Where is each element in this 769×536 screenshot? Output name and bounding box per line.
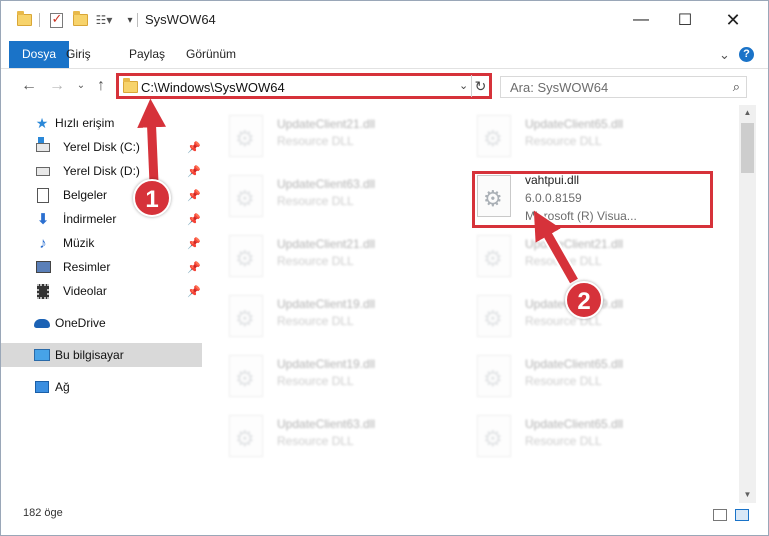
dll-file-icon: ⚙ (477, 295, 511, 337)
maximize-button[interactable]: ☐ (663, 6, 707, 34)
nav-network[interactable]: Ağ (1, 375, 202, 399)
details-view-icon[interactable] (713, 509, 727, 521)
properties-icon[interactable] (47, 11, 65, 29)
item-count: 182 öge (23, 507, 63, 519)
pin-icon[interactable]: 📌 (187, 285, 201, 298)
nav-music[interactable]: ♪ Müzik 📌 (1, 231, 202, 255)
navigation-bar: ← → ⌄ ↑ C:\Windows\SysWOW64 ⌄ ↻ Ara: Sys… (1, 69, 768, 105)
search-icon: ⌕ (732, 79, 740, 94)
file-item[interactable]: ⚙ UpdateClient19.dll Resource DLL (453, 289, 673, 339)
address-path: C:\Windows\SysWOW64 (141, 80, 285, 95)
step-1-callout: 1 (133, 179, 171, 217)
pin-icon[interactable]: 📌 (187, 213, 201, 226)
address-bar[interactable]: C:\Windows\SysWOW64 ⌄ ↻ (116, 73, 492, 99)
pin-icon[interactable]: 📌 (187, 261, 201, 274)
dll-file-icon: ⚙ (477, 235, 511, 277)
window-title: SysWOW64 (145, 12, 216, 27)
minimize-button[interactable]: — (619, 6, 663, 34)
tab-share[interactable]: Paylaş (116, 41, 178, 68)
nav-this-pc[interactable]: Bu bilgisayar (1, 343, 202, 367)
search-box[interactable]: Ara: SysWOW64 ⌕ (500, 76, 747, 98)
cloud-icon (34, 315, 50, 331)
pin-icon[interactable]: 📌 (187, 237, 201, 250)
vertical-scrollbar[interactable]: ▲ ▼ (739, 105, 756, 503)
file-item[interactable]: ⚙ UpdateClient19.dll Resource DLL (205, 289, 425, 339)
forward-button[interactable]: → (47, 77, 67, 95)
search-placeholder: Ara: SysWOW64 (510, 80, 609, 95)
chevron-down-icon[interactable]: ⌄ (459, 79, 468, 92)
nav-quick-access[interactable]: ★ Hızlı erişim (1, 111, 202, 135)
close-button[interactable]: ✕ (711, 6, 755, 34)
help-icon[interactable]: ? (739, 47, 754, 62)
status-bar: 182 öge (1, 503, 768, 527)
scroll-up-icon[interactable]: ▲ (739, 105, 756, 121)
tab-view[interactable]: Görünüm (173, 41, 249, 68)
file-item[interactable]: ⚙ UpdateClient63.dll Resource DLL (205, 169, 425, 219)
star-icon: ★ (35, 114, 49, 131)
nav-onedrive[interactable]: OneDrive (1, 311, 202, 335)
nav-videos[interactable]: Videolar 📌 (1, 279, 202, 303)
dll-file-icon: ⚙ (229, 175, 263, 217)
file-item[interactable]: ⚙ UpdateClient63.dll Resource DLL (205, 409, 425, 459)
dll-file-icon: ⚙ (229, 235, 263, 277)
up-button[interactable]: ↑ (91, 77, 111, 95)
folder-icon (123, 78, 138, 93)
nav-downloads[interactable]: ⬇ İndirmeler 📌 (1, 207, 202, 231)
navigation-pane: ★ Hızlı erişim Yerel Disk (C:) 📌 Yerel D… (1, 105, 205, 503)
tab-home[interactable]: Giriş (53, 41, 104, 68)
file-item[interactable]: ⚙ UpdateClient19.dll Resource DLL (205, 349, 425, 399)
file-item[interactable]: ⚙ UpdateClient65.dll Resource DLL (453, 109, 673, 159)
file-explorer-window: ☷▾ ▾ SysWOW64 — ☐ ✕ Dosya Giriş Paylaş G… (0, 0, 769, 536)
downloads-icon: ⬇ (36, 211, 50, 228)
pictures-icon (35, 259, 51, 275)
scroll-thumb[interactable] (741, 123, 754, 173)
documents-icon (35, 187, 51, 203)
expand-ribbon-icon[interactable]: ⌄ (719, 47, 730, 63)
divider (39, 13, 40, 27)
dll-file-icon: ⚙ (229, 295, 263, 337)
file-item[interactable]: ⚙ UpdateClient21.dll Resource DLL (453, 229, 673, 279)
nav-documents[interactable]: Belgeler 📌 (1, 183, 202, 207)
videos-icon (35, 283, 51, 299)
file-item[interactable]: ⚙ UpdateClient21.dll Resource DLL (205, 229, 425, 279)
step-2-callout: 2 (565, 281, 603, 319)
pin-icon[interactable]: 📌 (187, 189, 201, 202)
music-icon: ♪ (39, 234, 47, 252)
file-item[interactable]: ⚙ UpdateClient65.dll Resource DLL (453, 349, 673, 399)
nav-local-disk-d[interactable]: Yerel Disk (D:) 📌 (1, 159, 202, 183)
scroll-down-icon[interactable]: ▼ (739, 487, 756, 503)
network-icon (34, 379, 50, 395)
file-list: ⚙ UpdateClient21.dll Resource DLL ⚙ Upda… (205, 105, 739, 503)
computer-icon (34, 347, 50, 363)
title-bar: ☷▾ ▾ SysWOW64 — ☐ ✕ (1, 1, 768, 41)
dll-file-icon: ⚙ (229, 415, 263, 457)
dll-file-icon: ⚙ (477, 115, 511, 157)
dll-file-icon: ⚙ (229, 355, 263, 397)
dll-file-icon: ⚙ (229, 115, 263, 157)
drive-icon (35, 163, 51, 179)
ribbon-tabs: Dosya Giriş Paylaş Görünüm ⌄ ? (1, 41, 768, 69)
refresh-icon[interactable]: ↻ (471, 75, 489, 97)
drive-icon (35, 136, 51, 155)
back-button[interactable]: ← (19, 77, 39, 95)
folder-icon[interactable] (15, 11, 33, 29)
divider (137, 13, 138, 27)
dll-file-icon: ⚙ (477, 415, 511, 457)
tiles-view-icon[interactable] (735, 509, 749, 521)
pin-icon[interactable]: 📌 (187, 165, 201, 178)
dll-file-icon: ⚙ (477, 355, 511, 397)
file-highlight-box (472, 171, 713, 228)
recent-locations-icon[interactable]: ⌄ (71, 80, 91, 91)
file-item[interactable]: ⚙ UpdateClient65.dll Resource DLL (453, 409, 673, 459)
pin-icon[interactable]: 📌 (187, 141, 201, 154)
customize-quick-access-icon[interactable]: ☷▾ (93, 11, 115, 29)
nav-local-disk-c[interactable]: Yerel Disk (C:) 📌 (1, 135, 202, 159)
nav-pictures[interactable]: Resimler 📌 (1, 255, 202, 279)
file-item[interactable]: ⚙ UpdateClient21.dll Resource DLL (205, 109, 425, 159)
new-folder-icon[interactable] (71, 11, 89, 29)
